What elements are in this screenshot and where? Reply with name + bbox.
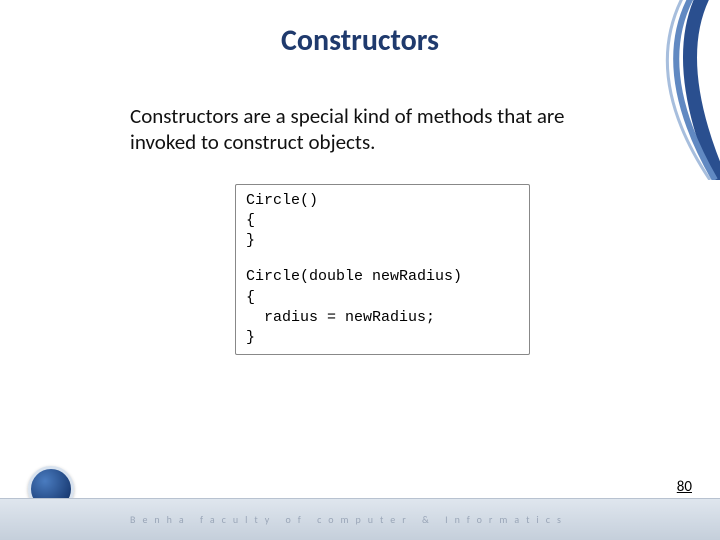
footer-bar: Benha faculty of computer & Informatics — [0, 498, 720, 540]
code-box: Circle() { } Circle(double newRadius) { … — [235, 184, 530, 356]
code-block-1: Circle() { } — [246, 191, 519, 252]
code-block-2: Circle(double newRadius) { radius = newR… — [246, 267, 519, 348]
body-text: Constructors are a special kind of metho… — [130, 103, 600, 156]
page-number: 80 — [677, 478, 692, 496]
footer-text: Benha faculty of computer & Informatics — [130, 513, 568, 526]
slide-title: Constructors — [0, 0, 720, 59]
